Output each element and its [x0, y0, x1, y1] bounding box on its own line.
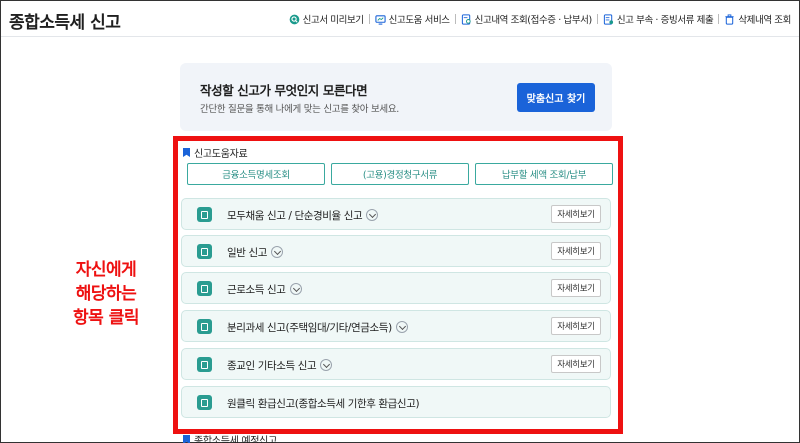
filing-item-religious[interactable]: 종교인 기타소득 신고 자세히보기: [181, 348, 611, 380]
document-icon: [197, 207, 212, 222]
filing-item-prefilled[interactable]: 모두채움 신고 / 단순경비율 신고 자세히보기: [181, 198, 611, 230]
detail-button[interactable]: 자세히보기: [551, 317, 601, 335]
document-icon: [197, 357, 212, 372]
annotation-line: 항목 클릭: [73, 308, 139, 328]
top-bar: 종합소득세 신고 신고서 미리보기 신고도움 서비스 신고내역 조회(접수증 ·…: [1, 1, 799, 37]
bookmark-icon: [183, 148, 190, 157]
item-label: 일반 신고: [227, 247, 267, 259]
deleted-history-link[interactable]: 삭제내역 조회: [724, 12, 791, 26]
document-icon: [197, 244, 212, 259]
magnifier-icon: [289, 14, 299, 24]
annotation-text: 자신에게 해당하는 항목 클릭: [46, 258, 166, 330]
help-section-label: 신고도움자료: [194, 149, 248, 160]
detail-button[interactable]: 자세히보기: [551, 242, 601, 260]
chevron-down-icon[interactable]: [289, 283, 302, 295]
recommendation-banner: 작성할 신고가 무엇인지 모른다면 간단한 질문을 통해 나에게 맞는 신고를 …: [180, 63, 612, 131]
monitor-icon: [375, 14, 386, 25]
history-link-label: 신고내역 조회(접수증 · 납부서): [474, 15, 593, 26]
help-service-link-label: 신고도움 서비스: [388, 15, 450, 26]
banner-title: 작성할 신고가 무엇인지 모른다면: [200, 83, 368, 98]
document-icon: [197, 281, 212, 296]
top-links: 신고서 미리보기 신고도움 서비스 신고내역 조회(접수증 · 납부서) 신고 …: [289, 12, 791, 26]
page-title: 종합소득세 신고: [9, 13, 121, 33]
attachment-link-label: 신고 부속 · 증빙서류 제출: [616, 15, 714, 26]
find-custom-filing-button[interactable]: 맞춤신고 찾기: [517, 83, 595, 112]
divider: [718, 14, 720, 24]
filing-item-general[interactable]: 일반 신고 자세히보기: [181, 235, 611, 267]
bookmark-icon: [183, 435, 190, 443]
estimated-filing-heading: 종합소득세 예정신고: [183, 432, 277, 443]
history-link[interactable]: 신고내역 조회(접수증 · 납부서): [461, 12, 592, 26]
detail-button[interactable]: 자세히보기: [551, 279, 601, 297]
help-service-link[interactable]: 신고도움 서비스: [375, 12, 450, 26]
annotation-line: 해당하는: [75, 284, 137, 304]
detail-button[interactable]: 자세히보기: [551, 205, 601, 223]
preview-link[interactable]: 신고서 미리보기: [289, 12, 364, 26]
filing-item-one-click-refund[interactable]: 원클릭 환급신고(종합소득세 기한후 환급신고): [181, 386, 611, 418]
chevron-down-icon[interactable]: [270, 246, 283, 258]
financial-income-lookup-button[interactable]: 금융소득명세조회: [187, 163, 325, 185]
document-search-icon: [461, 13, 471, 25]
preview-link-label: 신고서 미리보기: [302, 15, 364, 26]
filing-item-earned-income[interactable]: 근로소득 신고 자세히보기: [181, 272, 611, 304]
annotation-line: 자신에게: [75, 260, 137, 280]
item-label: 종교인 기타소득 신고: [227, 360, 317, 372]
divider: [596, 14, 598, 24]
item-label: 분리과세 신고(주택임대/기타/연금소득): [227, 322, 392, 334]
document-icon: [197, 319, 212, 334]
tax-payment-lookup-button[interactable]: 납부할 세액 조회/납부: [475, 163, 613, 185]
document-upload-icon: [603, 13, 613, 25]
help-section-heading: 신고도움자료: [183, 145, 248, 160]
item-label: 모두채움 신고 / 단순경비율 신고: [227, 210, 363, 222]
document-icon: [197, 395, 212, 410]
filing-item-separate-taxation[interactable]: 분리과세 신고(주택임대/기타/연금소득) 자세히보기: [181, 310, 611, 342]
chevron-down-icon[interactable]: [366, 209, 379, 221]
correction-claim-documents-button[interactable]: (고용)경정청구서류: [331, 163, 469, 185]
attachment-link[interactable]: 신고 부속 · 증빙서류 제출: [603, 12, 714, 26]
item-label: 근로소득 신고: [227, 284, 286, 296]
deleted-history-link-label: 삭제내역 조회: [738, 15, 791, 26]
chevron-down-icon[interactable]: [395, 321, 408, 333]
item-label: 원클릭 환급신고(종합소득세 기한후 환급신고): [227, 398, 420, 410]
chevron-down-icon[interactable]: [320, 359, 333, 371]
trash-icon: [725, 13, 734, 25]
divider: [454, 14, 456, 24]
estimated-filing-label: 종합소득세 예정신고: [194, 436, 277, 443]
divider: [368, 14, 370, 24]
banner-subtitle: 간단한 질문을 통해 나에게 맞는 신고를 찾아 보세요.: [200, 104, 399, 115]
detail-button[interactable]: 자세히보기: [551, 355, 601, 373]
